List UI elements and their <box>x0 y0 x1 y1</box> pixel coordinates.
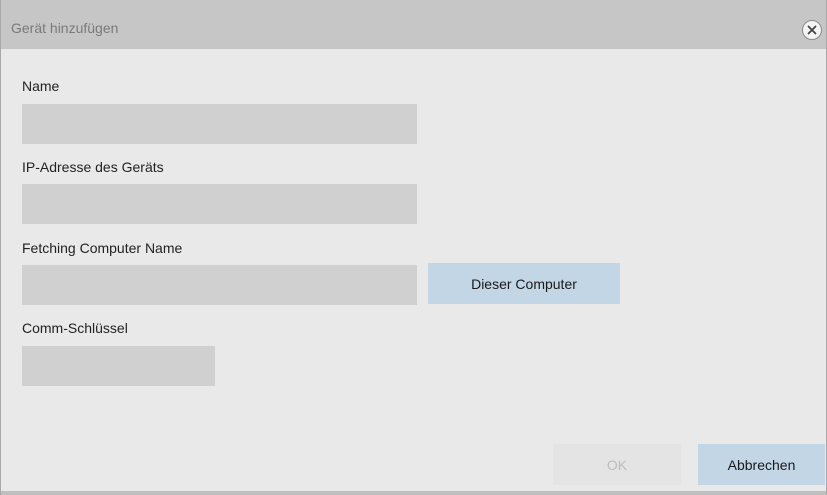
bottom-border <box>1 491 826 495</box>
comm-key-input[interactable] <box>22 346 215 386</box>
ok-button[interactable]: OK <box>553 444 681 485</box>
dialog-title: Gerät hinzufügen <box>11 20 119 36</box>
computer-name-label: Fetching Computer Name <box>22 240 183 256</box>
ip-address-input[interactable] <box>22 184 417 224</box>
comm-key-label: Comm-Schlüssel <box>22 320 128 336</box>
ip-address-label: IP-Adresse des Geräts <box>22 159 164 175</box>
titlebar: Gerät hinzufügen <box>1 0 826 49</box>
close-icon <box>807 25 817 35</box>
name-label: Name <box>22 78 60 94</box>
name-input[interactable] <box>22 104 417 144</box>
close-button[interactable] <box>802 20 822 40</box>
this-computer-button[interactable]: Dieser Computer <box>428 263 620 304</box>
add-device-dialog: Gerät hinzufügen Name IP-Adresse des Ger… <box>0 0 827 495</box>
cancel-button[interactable]: Abbrechen <box>698 444 825 485</box>
computer-name-input[interactable] <box>22 265 417 305</box>
